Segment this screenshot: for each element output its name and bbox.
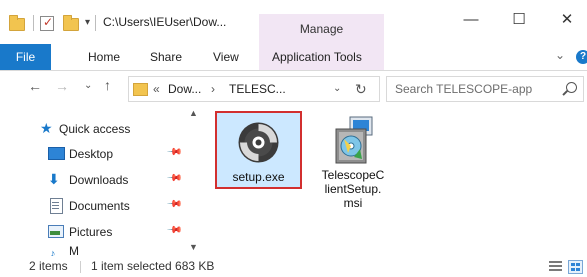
search-icon[interactable]	[566, 82, 577, 93]
new-folder-icon[interactable]	[63, 15, 79, 31]
file-name-line: msi	[343, 196, 363, 210]
tab-file[interactable]: File	[0, 44, 51, 70]
back-icon[interactable]: ←	[28, 78, 42, 94]
ribbon-collapse-icon[interactable]: ⌄	[555, 48, 565, 62]
file-name-line: TelescopeC	[321, 168, 385, 182]
pin-icon[interactable]: 📌	[166, 196, 183, 213]
manage-tab[interactable]: Manage	[259, 14, 384, 44]
desktop-icon	[48, 146, 65, 160]
file-name-line: lientSetup.	[324, 182, 382, 196]
navigation-pane: ★ Quick access Desktop 📌 ⬇ Downloads 📌 D…	[0, 106, 203, 256]
breadcrumb-telescope[interactable]: TELESC...	[229, 77, 286, 101]
scroll-down-icon[interactable]: ▼	[186, 242, 201, 252]
refresh-icon[interactable]: ↻	[355, 77, 367, 101]
divider	[33, 15, 34, 31]
address-dropdown-icon[interactable]: ⌄	[333, 77, 341, 101]
sidebar-item-label: Quick access	[59, 122, 131, 136]
sidebar-item-label: Downloads	[69, 173, 129, 187]
item-count: 2 items	[29, 259, 68, 273]
file-item-setup-exe[interactable]: setup.exe	[215, 111, 302, 189]
sidebar-item-pictures[interactable]: Pictures 📌	[0, 220, 190, 244]
pictures-icon	[48, 224, 64, 238]
folder-icon	[133, 83, 148, 96]
sidebar-item-label: M	[69, 244, 79, 256]
minimize-button[interactable]: —	[456, 8, 486, 32]
divider	[80, 261, 81, 273]
divider	[95, 15, 96, 31]
folder-icon	[9, 15, 25, 31]
help-icon[interactable]: ?	[576, 50, 587, 64]
breadcrumb-overflow[interactable]: «	[153, 77, 160, 101]
sidebar-item-label: Desktop	[69, 147, 114, 161]
tab-share[interactable]: Share	[150, 44, 182, 70]
maximize-button[interactable]: ☐	[504, 8, 534, 32]
pin-icon[interactable]: 📌	[166, 144, 183, 161]
sidebar-item-desktop[interactable]: Desktop 📌	[0, 142, 190, 166]
quick-access-dropdown-icon[interactable]: ▾	[85, 17, 90, 28]
music-icon: ♪	[50, 248, 56, 256]
up-icon[interactable]: ↑	[104, 77, 111, 93]
search-input[interactable]: Search TELESCOPE-app	[395, 77, 532, 101]
close-button[interactable]: ✕	[552, 8, 582, 32]
file-name: setup.exe	[232, 170, 285, 184]
sidebar-item-label: Documents	[69, 199, 130, 213]
sidebar-item-documents[interactable]: Documents 📌	[0, 194, 190, 218]
file-item-telescope-msi[interactable]: TelescopeC lientSetup. msi	[312, 111, 394, 221]
properties-check-icon[interactable]: ✓	[40, 15, 54, 31]
title-bar: ✓ ▾ C:\Users\IEUser\Dow... Manage — ☐ ✕	[0, 0, 587, 44]
ribbon-tabs: File Home Share View Application Tools ⌄…	[0, 44, 587, 71]
download-icon: ⬇	[48, 171, 60, 187]
tab-application-tools[interactable]: Application Tools	[272, 44, 362, 70]
navigation-scrollbar[interactable]: ▲ ▼	[186, 106, 201, 256]
large-icons-view-icon[interactable]	[568, 260, 583, 274]
msi-installer-icon	[330, 115, 376, 167]
tab-view[interactable]: View	[213, 44, 239, 70]
sidebar-item-quick-access[interactable]: ★ Quick access	[0, 117, 190, 141]
star-icon: ★	[40, 120, 53, 136]
forward-icon[interactable]: →	[55, 78, 69, 94]
recent-locations-icon[interactable]: ⌄	[84, 80, 92, 91]
details-view-icon[interactable]	[549, 260, 562, 272]
address-row: ← → ⌄ ↑ « Dow... › TELESC... ⌄ ↻ Search …	[0, 71, 587, 105]
sidebar-item-music[interactable]: ♪ M	[0, 243, 190, 256]
window-title: C:\Users\IEUser\Dow...	[103, 15, 227, 29]
disc-setup-icon	[237, 121, 280, 164]
scroll-up-icon[interactable]: ▲	[186, 108, 201, 118]
breadcrumb-separator: ›	[211, 82, 215, 96]
search-box[interactable]: Search TELESCOPE-app	[386, 76, 584, 102]
status-bar: 2 items 1 item selected 683 KB	[0, 256, 587, 277]
pin-icon[interactable]: 📌	[166, 170, 183, 187]
tab-home[interactable]: Home	[88, 44, 120, 70]
sidebar-item-downloads[interactable]: ⬇ Downloads 📌	[0, 168, 190, 192]
address-bar[interactable]: « Dow... › TELESC... ⌄ ↻	[128, 76, 380, 102]
documents-icon	[50, 198, 66, 214]
selection-info: 1 item selected 683 KB	[91, 259, 215, 273]
scroll-thumb[interactable]	[190, 120, 197, 240]
pin-icon[interactable]: 📌	[166, 222, 183, 239]
sidebar-item-label: Pictures	[69, 225, 113, 239]
breadcrumb-downloads[interactable]: Dow...	[168, 77, 201, 101]
manage-tab-label: Manage	[299, 22, 344, 36]
